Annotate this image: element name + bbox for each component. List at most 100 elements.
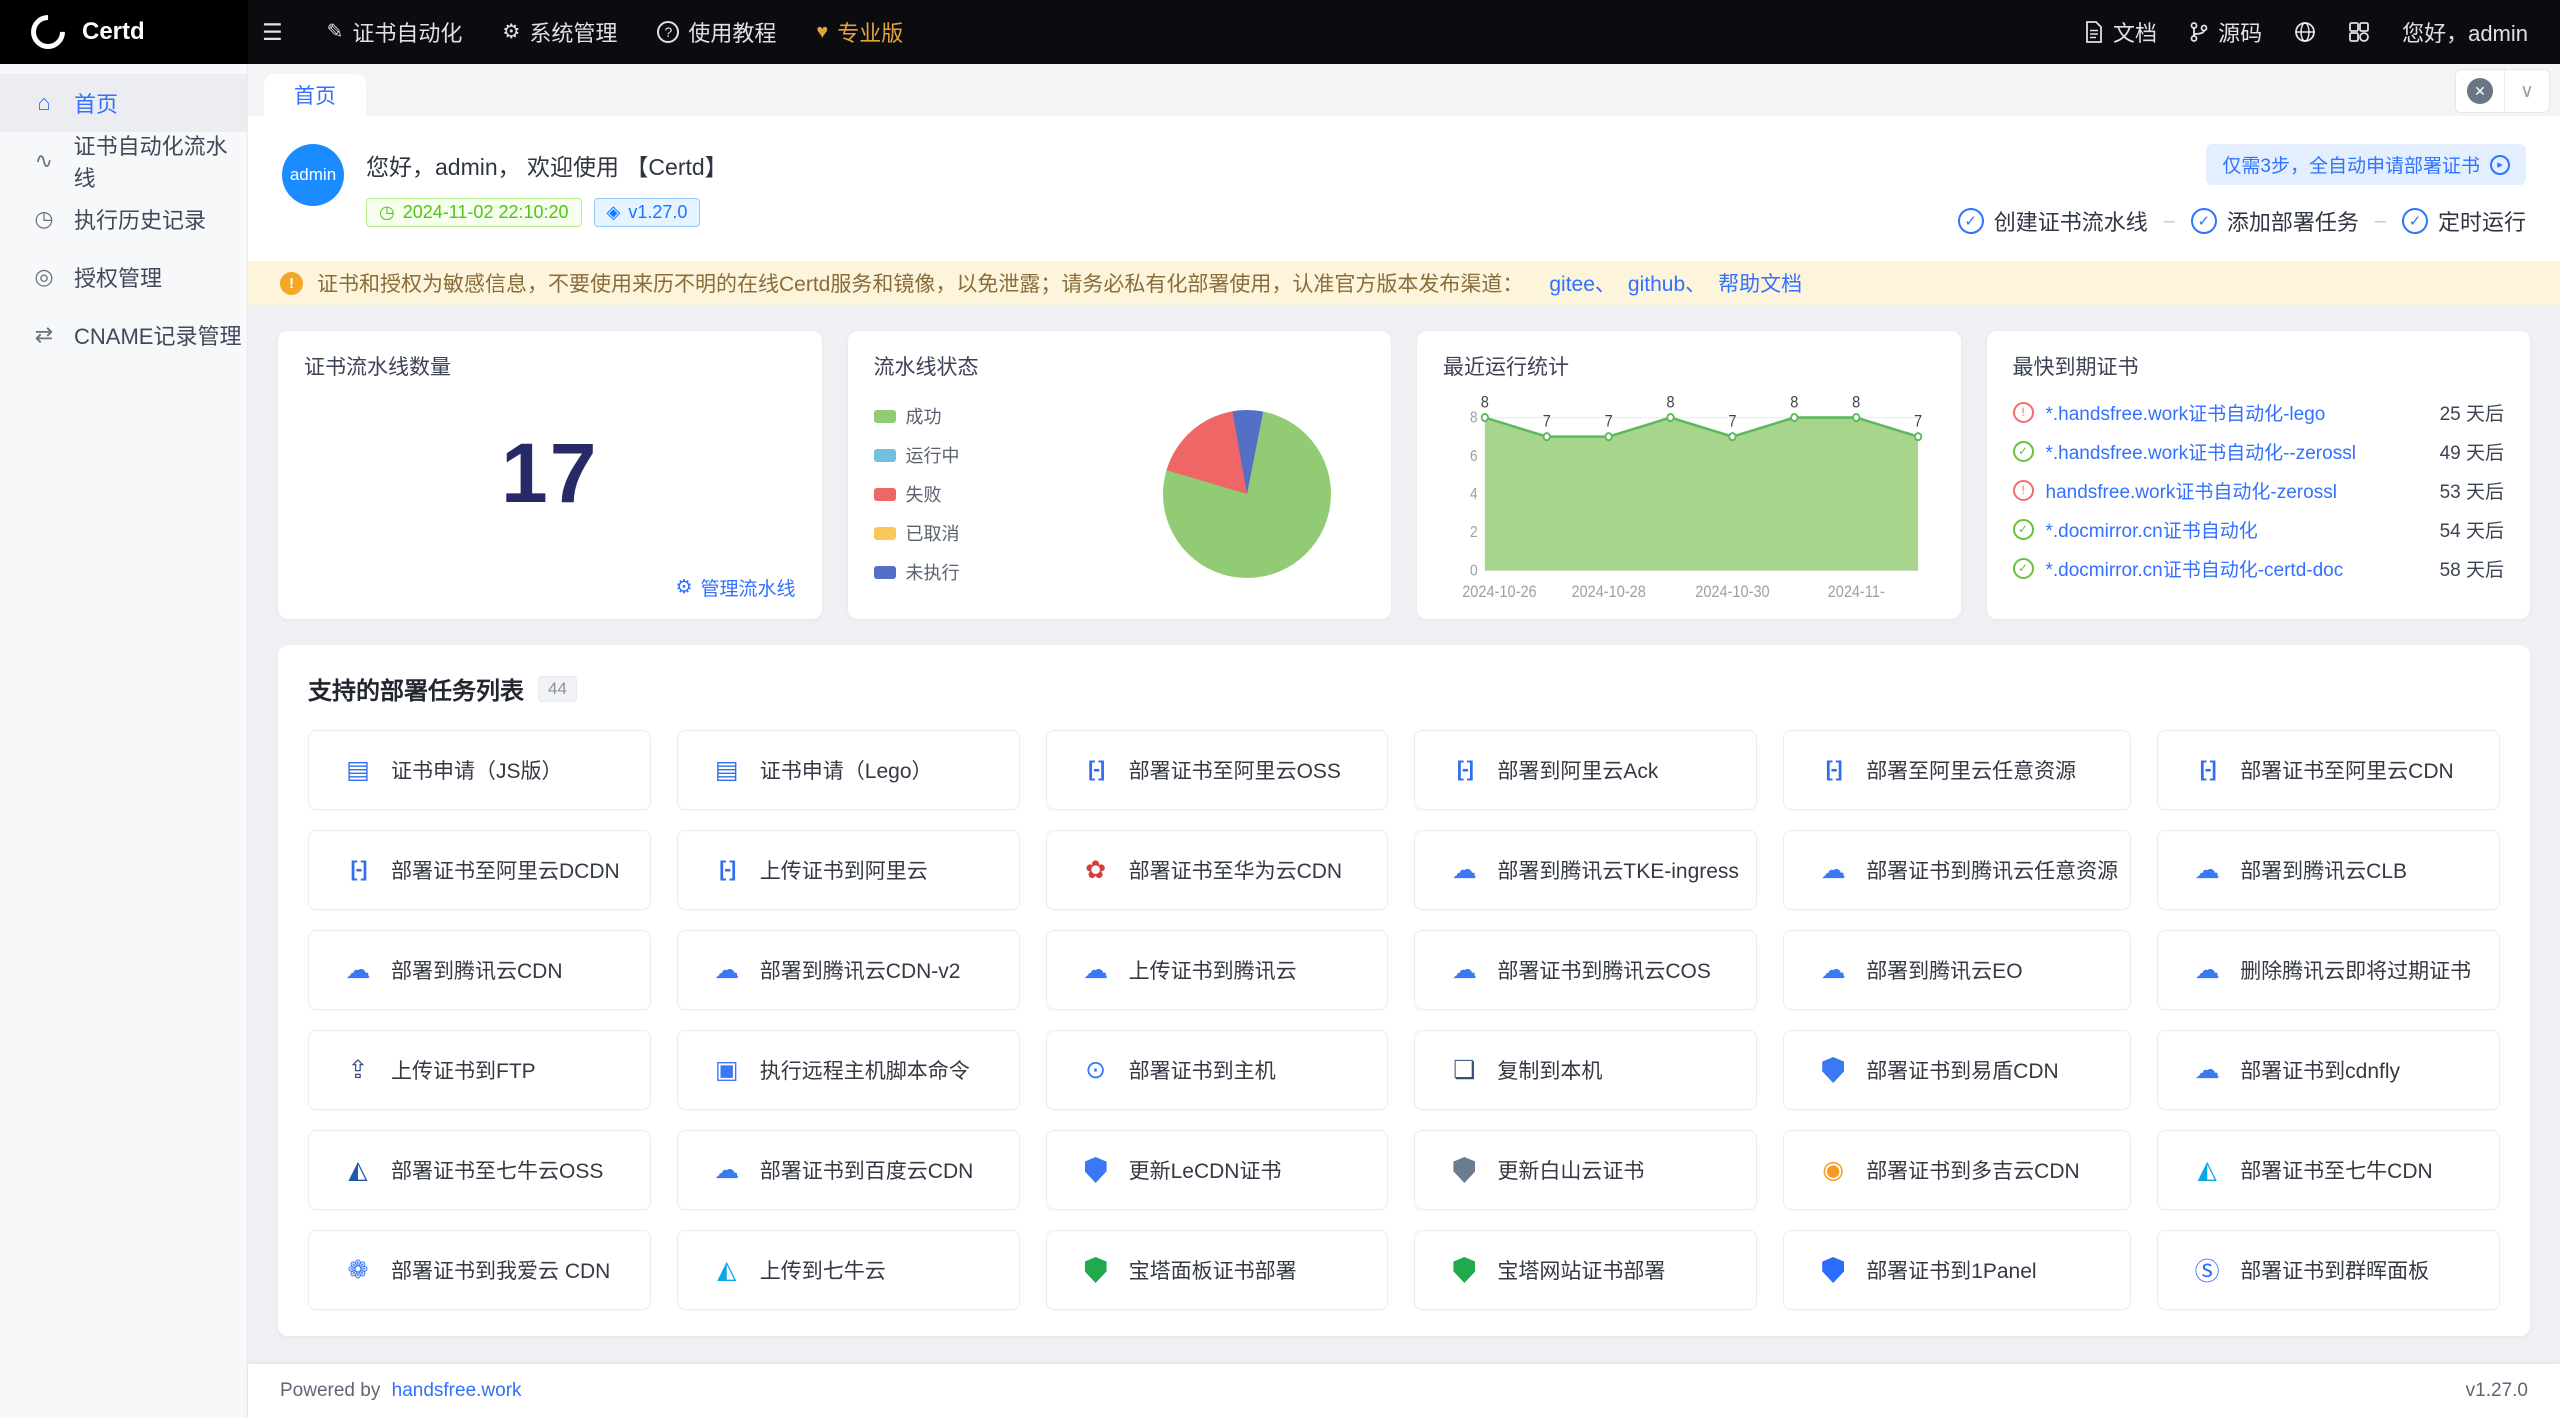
expiry-cert-link[interactable]: *.handsfree.work证书自动化--zerossl <box>2046 438 2428 465</box>
task-item-label: 更新LeCDN证书 <box>1129 1155 1282 1185</box>
task-item[interactable]: ❁部署证书到我爱云 CDN <box>308 1230 651 1310</box>
main-content: 首页 ✕ ∨ admin 您好，admin， 欢迎使用 【Certd】 ◷ 20… <box>248 64 2560 1364</box>
task-item[interactable]: ☁删除腾讯云即将过期证书 <box>2157 930 2500 1010</box>
task-item-label: 部署证书到cdnfly <box>2240 1055 2400 1085</box>
task-item[interactable]: [-]部署证书至阿里云OSS <box>1046 730 1389 810</box>
docs-link[interactable]: 文档 <box>2084 16 2157 48</box>
nav-menu: ✎证书自动化⚙系统管理?使用教程♥专业版 <box>307 0 924 64</box>
task-item[interactable]: ☁部署到腾讯云TKE-ingress <box>1414 830 1757 910</box>
task-item[interactable]: ◭部署证书至七牛CDN <box>2157 1130 2500 1210</box>
task-item[interactable]: Ⓢ部署证书到群晖面板 <box>2157 1230 2500 1310</box>
alibaba-cloud-icon: [-] <box>1816 758 1850 782</box>
sidebar-item-home[interactable]: ⌂首页 <box>0 74 247 132</box>
task-item-label: 部署证书至阿里云CDN <box>2240 755 2454 785</box>
collapse-menu-icon[interactable]: ☰ <box>262 19 283 46</box>
manage-pipelines-label: 管理流水线 <box>700 574 795 601</box>
task-item[interactable]: ☁部署证书到百度云CDN <box>677 1130 1020 1210</box>
alert-link-2[interactable]: 帮助文档 <box>1718 268 1802 298</box>
source-link[interactable]: 源码 <box>2189 16 2262 48</box>
sidebar-item-cname[interactable]: ⇄CNAME记录管理 <box>0 306 247 364</box>
expiry-cert-link[interactable]: *.docmirror.cn证书自动化 <box>2046 516 2428 543</box>
expiry-row: ✓*.handsfree.work证书自动化--zerossl49 天后 <box>2013 436 2505 466</box>
task-item[interactable]: ◉部署证书到多吉云CDN <box>1783 1130 2131 1210</box>
expiry-cert-link[interactable]: handsfree.work证书自动化-zerossl <box>2046 477 2428 504</box>
task-item[interactable]: ▤证书申请（Lego） <box>677 730 1020 810</box>
nav-item-label: 系统管理 <box>529 16 617 48</box>
promo-banner[interactable]: 仅需3步，全自动申请部署证书 ▸ <box>2206 144 2526 185</box>
brand: Certd <box>0 0 248 64</box>
task-item[interactable]: ▤证书申请（JS版） <box>308 730 651 810</box>
task-item-label: 部署到腾讯云CLB <box>2240 855 2407 885</box>
home-icon: ⌂ <box>30 90 58 116</box>
task-item[interactable]: ☁部署证书到腾讯云任意资源 <box>1783 830 2131 910</box>
task-item[interactable]: ▣执行远程主机脚本命令 <box>677 1030 1020 1110</box>
task-item[interactable]: ☁部署到腾讯云EO <box>1783 930 2131 1010</box>
source-label: 源码 <box>2218 16 2262 48</box>
task-item[interactable]: 部署证书到1Panel <box>1783 1230 2131 1310</box>
task-item[interactable]: ◭部署证书至七牛云OSS <box>308 1130 651 1210</box>
version-tag-icon: ◈ <box>607 202 621 223</box>
tab-home[interactable]: 首页 <box>264 74 366 116</box>
task-item[interactable]: ☁部署证书到cdnfly <box>2157 1030 2500 1110</box>
task-item[interactable]: [-]部署到阿里云Ack <box>1414 730 1757 810</box>
task-item[interactable]: ✿部署证书至华为云CDN <box>1046 830 1389 910</box>
deploy-tasks-title: 支持的部署任务列表 <box>308 671 524 706</box>
legend-swatch <box>874 410 896 423</box>
expiry-cert-link[interactable]: *.handsfree.work证书自动化-lego <box>2046 399 2428 426</box>
task-item[interactable]: 宝塔网站证书部署 <box>1414 1230 1757 1310</box>
task-item[interactable]: ☁部署到腾讯云CLB <box>2157 830 2500 910</box>
tab-dropdown-button[interactable]: ∨ <box>2504 70 2549 112</box>
sidebar-item-history[interactable]: ◷执行历史记录 <box>0 190 247 248</box>
sidebar-item-auth[interactable]: ◎授权管理 <box>0 248 247 306</box>
alibaba-cloud-icon: [-] <box>1079 758 1113 782</box>
alibaba-cloud-icon: [-] <box>341 858 375 882</box>
legend-item: 成功 <box>874 403 960 429</box>
alibaba-cloud-icon: [-] <box>710 858 744 882</box>
task-item[interactable]: ⇪上传证书到FTP <box>308 1030 651 1110</box>
task-item-label: 部署证书到群晖面板 <box>2240 1255 2429 1285</box>
task-item[interactable]: ❏复制到本机 <box>1414 1030 1757 1110</box>
task-item[interactable]: [-]上传证书到阿里云 <box>677 830 1020 910</box>
task-item[interactable]: 部署证书到易盾CDN <box>1783 1030 2131 1110</box>
task-item[interactable]: [-]部署证书至阿里云CDN <box>2157 730 2500 810</box>
task-item[interactable]: ☁上传证书到腾讯云 <box>1046 930 1389 1010</box>
tab-close-button[interactable]: ✕ <box>2456 70 2504 112</box>
task-item[interactable]: [-]部署至阿里云任意资源 <box>1783 730 2131 810</box>
sidebar-item-pipelines[interactable]: ∿证书自动化流水线 <box>0 132 247 190</box>
nav-item-cert-automation[interactable]: ✎证书自动化 <box>307 0 483 64</box>
expiry-cert-link[interactable]: *.docmirror.cn证书自动化-certd-doc <box>2046 555 2428 582</box>
svg-text:4: 4 <box>1470 486 1478 503</box>
task-item-label: 上传证书到腾讯云 <box>1129 955 1297 985</box>
manage-pipelines-link[interactable]: ⚙ 管理流水线 <box>675 574 795 601</box>
baota-shield-icon <box>1085 1257 1107 1283</box>
task-item-label: 部署证书到我爱云 CDN <box>391 1255 610 1285</box>
footer-version: v1.27.0 <box>2466 1380 2528 1402</box>
task-item[interactable]: 更新白山云证书 <box>1414 1130 1757 1210</box>
footer-handsfree-link[interactable]: handsfree.work <box>392 1380 522 1401</box>
nav-item-tutorial[interactable]: ?使用教程 <box>637 0 796 64</box>
legend-item: 未执行 <box>874 559 960 585</box>
task-item[interactable]: [-]部署证书至阿里云DCDN <box>308 830 651 910</box>
task-item[interactable]: ☁部署证书到腾讯云COS <box>1414 930 1757 1010</box>
task-item-label: 部署证书到百度云CDN <box>760 1155 974 1185</box>
run-stats-card: 最近运行统计 02468877878872024-10-262024-10-28… <box>1417 331 1961 619</box>
task-item[interactable]: 宝塔面板证书部署 <box>1046 1230 1389 1310</box>
language-globe-icon[interactable] <box>2294 21 2316 43</box>
task-item[interactable]: ☁部署到腾讯云CDN-v2 <box>677 930 1020 1010</box>
task-item[interactable]: ☁部署到腾讯云CDN <box>308 930 651 1010</box>
nav-item-pro-edition[interactable]: ♥专业版 <box>796 0 923 64</box>
nav-item-system-manage[interactable]: ⚙系统管理 <box>482 0 637 64</box>
sidebar-item-label: CNAME记录管理 <box>74 319 241 351</box>
task-item-label: 宝塔网站证书部署 <box>1497 1255 1665 1285</box>
user-greeting[interactable]: 您好，admin <box>2402 16 2528 48</box>
alert-link-1[interactable]: github、 <box>1628 268 1706 298</box>
svg-text:2024-10-28: 2024-10-28 <box>1571 583 1645 601</box>
svg-text:7: 7 <box>1605 413 1613 431</box>
task-item[interactable]: 更新LeCDN证书 <box>1046 1130 1389 1210</box>
task-item[interactable]: ◭上传到七牛云 <box>677 1230 1020 1310</box>
task-item[interactable]: ⊙部署证书到主机 <box>1046 1030 1389 1110</box>
appearance-icon[interactable] <box>2348 21 2370 43</box>
svg-text:2024-10-26: 2024-10-26 <box>1462 583 1536 601</box>
alert-link-0[interactable]: gitee、 <box>1549 268 1616 298</box>
run-stats-chart: 02468877878872024-10-262024-10-282024-10… <box>1443 387 1935 605</box>
